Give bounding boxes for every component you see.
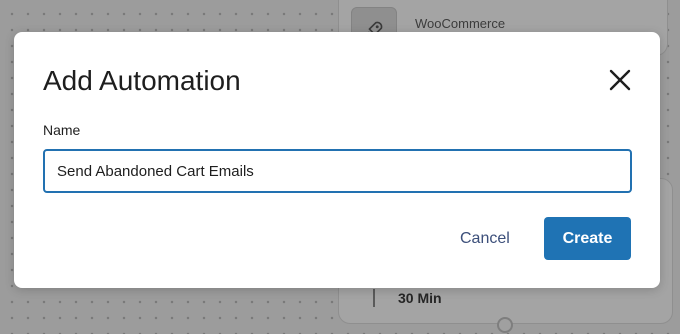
connector-handle[interactable] (497, 317, 513, 333)
trigger-card-title: WooCommerce (415, 16, 506, 31)
create-button[interactable]: Create (544, 217, 631, 260)
close-icon (609, 69, 631, 91)
add-automation-modal: Add Automation Name Cancel Create (14, 32, 660, 288)
close-button[interactable] (604, 64, 636, 96)
cancel-button[interactable]: Cancel (446, 218, 524, 260)
automation-name-input[interactable] (43, 149, 632, 193)
delay-value: 30 Min (398, 290, 442, 306)
name-label: Name (43, 122, 81, 138)
modal-title: Add Automation (43, 65, 241, 96)
delay-divider (373, 289, 375, 307)
